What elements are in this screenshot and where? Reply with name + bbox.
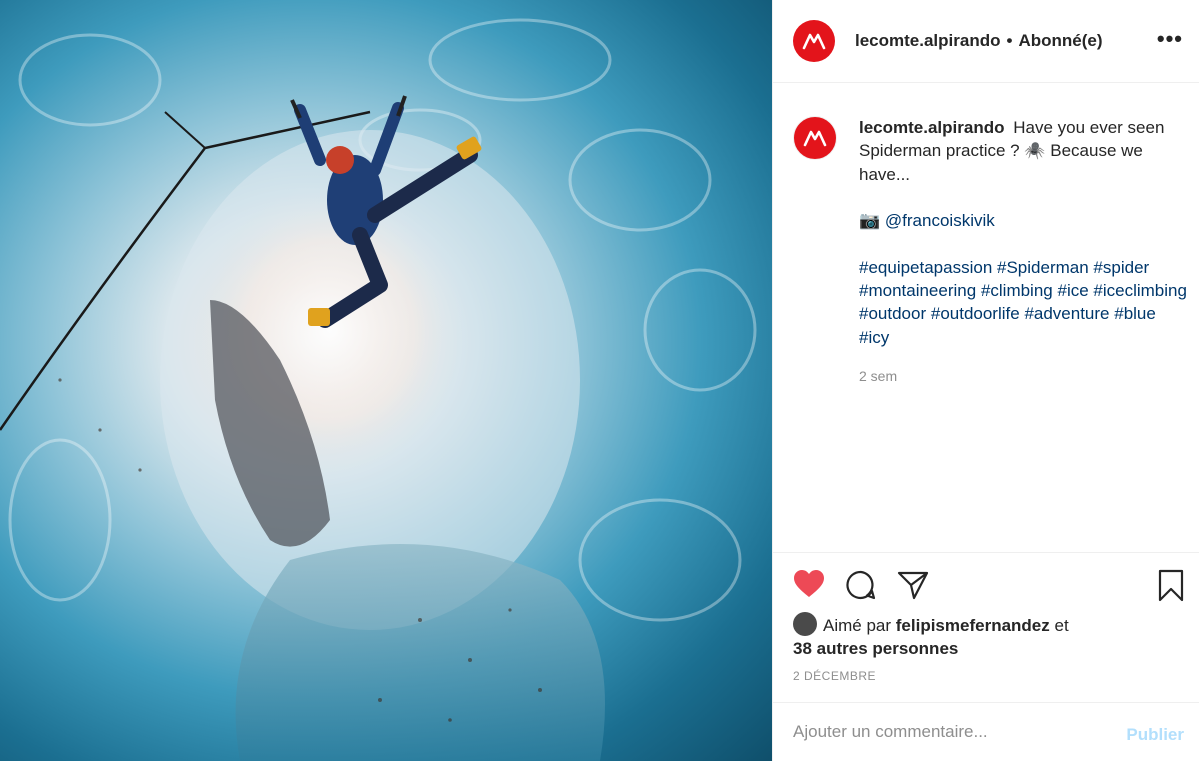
- liker-username[interactable]: felipismefernandez: [896, 616, 1050, 635]
- caption-timestamp[interactable]: 2 sem: [859, 365, 1188, 388]
- header-names: lecomte.alpirando • Abonné(e): [855, 31, 1102, 51]
- likes-conj: et: [1054, 616, 1069, 635]
- hashtag-link[interactable]: #iceclimbing: [1093, 281, 1187, 300]
- hashtag-list: #equipetapassion #Spiderman #spider #mon…: [859, 256, 1188, 349]
- more-options-icon[interactable]: •••: [1157, 28, 1183, 50]
- caption-username[interactable]: lecomte.alpirando: [859, 118, 1004, 137]
- comment-icon[interactable]: [845, 569, 877, 606]
- heart-icon[interactable]: [793, 569, 825, 604]
- post-caption: lecomte.alpirando Have you ever seen Spi…: [793, 116, 1188, 388]
- action-icons: [793, 569, 1185, 605]
- hashtag-link[interactable]: #spider: [1093, 258, 1149, 277]
- profile-avatar[interactable]: [793, 20, 835, 62]
- share-icon[interactable]: [897, 569, 929, 606]
- likes-prefix: Aimé par: [823, 616, 892, 635]
- liker-avatar[interactable]: [793, 612, 817, 636]
- ice-cave-illustration: [0, 18, 757, 761]
- post-side-panel: lecomte.alpirando • Abonné(e) ••• lecomt…: [772, 0, 1199, 761]
- hashtag-link[interactable]: #adventure: [1024, 304, 1109, 323]
- hashtag-link[interactable]: #climbing: [981, 281, 1053, 300]
- hashtag-link[interactable]: #ice: [1057, 281, 1088, 300]
- follow-status-button[interactable]: Abonné(e): [1018, 31, 1102, 51]
- hashtag-link[interactable]: #icy: [859, 328, 889, 347]
- post-photo[interactable]: [0, 0, 772, 761]
- mountain-logo-icon: [802, 33, 826, 50]
- caption-avatar[interactable]: [793, 116, 837, 160]
- separator-dot: •: [1006, 31, 1013, 50]
- publish-button[interactable]: Publier: [1126, 725, 1184, 745]
- post-container: lecomte.alpirando • Abonné(e) ••• lecomt…: [0, 0, 1199, 761]
- hashtag-link[interactable]: #montaineering: [859, 281, 976, 300]
- hashtag-link[interactable]: #equipetapassion: [859, 258, 992, 277]
- hashtag-link[interactable]: #outdoor: [859, 304, 926, 323]
- bookmark-icon[interactable]: [1157, 569, 1185, 608]
- camera-emoji-icon: 📷: [859, 211, 881, 231]
- post-header: lecomte.alpirando • Abonné(e) •••: [773, 0, 1199, 83]
- likes-others-link[interactable]: 38 autres personnes: [793, 639, 958, 658]
- comment-input[interactable]: [793, 717, 1093, 747]
- post-actions: Aimé par felipismefernandez et 38 autres…: [773, 552, 1199, 703]
- comment-bar: Publier: [773, 702, 1199, 762]
- mention-link[interactable]: @francoiskivik: [885, 211, 995, 230]
- hashtag-link[interactable]: #Spiderman: [997, 258, 1089, 277]
- hashtag-link[interactable]: #outdoorlife: [931, 304, 1020, 323]
- mountain-logo-icon: [803, 130, 827, 147]
- likes-summary: Aimé par felipismefernandez et 38 autres…: [793, 612, 1173, 660]
- caption-text: lecomte.alpirando Have you ever seen Spi…: [859, 116, 1188, 388]
- header-username[interactable]: lecomte.alpirando: [855, 31, 1000, 51]
- post-date[interactable]: 2 DÉCEMBRE: [793, 669, 876, 683]
- hashtag-link[interactable]: #blue: [1114, 304, 1156, 323]
